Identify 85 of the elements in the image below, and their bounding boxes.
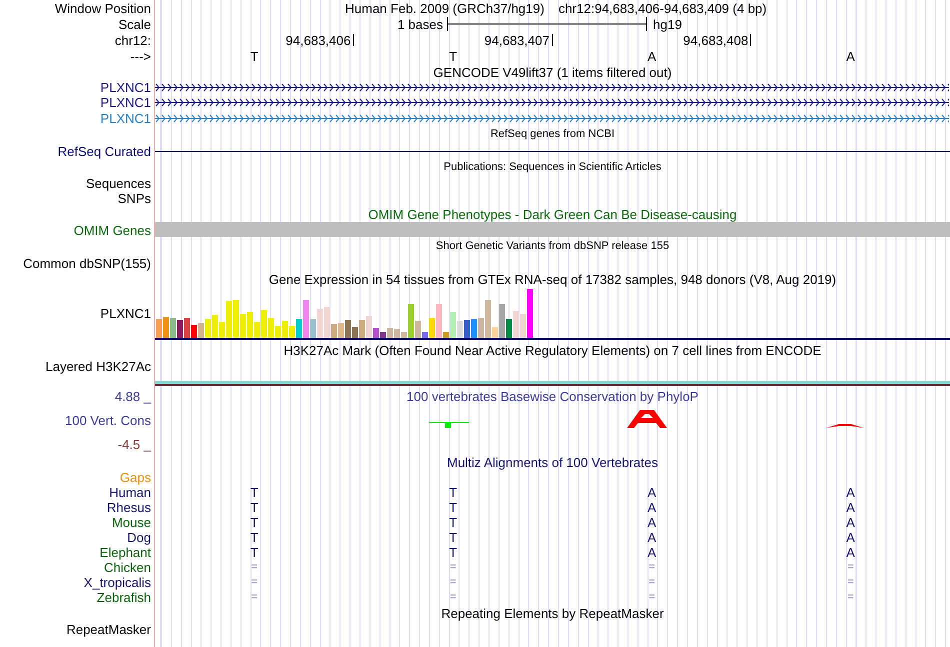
track-label: PLXNC1 [100, 96, 151, 109]
conservation-mark [826, 424, 864, 428]
track-label: Rhesus [106, 501, 151, 514]
assembly-text: Human Feb. 2009 (GRCh37/hg19) [345, 2, 544, 14]
base-letter: T [449, 486, 458, 499]
track-title: Repeating Elements by RepeatMasker [441, 606, 664, 620]
scale-text: 1 bases [397, 18, 443, 30]
base-letter: = [648, 592, 656, 603]
ruler-tick [750, 34, 752, 46]
base-letter: = [251, 562, 258, 573]
track-label: PLXNC1 [100, 81, 151, 94]
track-label: Common dbSNP(155) [23, 256, 151, 270]
base-letter: T [449, 50, 458, 62]
track-label: Elephant [100, 546, 151, 559]
position-range: chr12:94,683,406-94,683,409 (4 bp) [558, 2, 767, 14]
ruler-coordinate: 94,683,408 [683, 34, 748, 46]
row-label: Scale [118, 18, 151, 30]
base-letter: A [846, 501, 855, 514]
base-letter: = [450, 577, 456, 588]
track-label: Sequences [86, 177, 151, 190]
ruler-coordinate: 94,683,407 [484, 34, 550, 46]
base-letter: T [250, 50, 258, 62]
base-letter: T [449, 531, 458, 544]
track-label: RepeatMasker [66, 622, 151, 636]
base-letter: A [648, 50, 656, 62]
track-title: Publications: Sequences in Scientific Articles [444, 162, 662, 173]
track-label: -4.5 _ [118, 438, 151, 451]
ruler-coordinate: 94,683,406 [286, 34, 351, 46]
row-label: ---> [130, 50, 151, 62]
track-label: Chicken [104, 561, 151, 574]
base-letter: T [449, 516, 458, 529]
track-title: H3K27Ac Mark (Often Found Near Active Regulatory Elements) on 7 cell lines from ENCODE [284, 344, 822, 356]
track-label: Zebrafish [96, 591, 151, 604]
ruler-tick [352, 34, 354, 46]
track-label: PLXNC1 [100, 112, 151, 124]
base-letter: A [648, 486, 656, 499]
track-title: GENCODE V49lift37 (1 items filtered out) [433, 66, 672, 78]
base-letter: = [648, 562, 656, 573]
row-label: chr12: [114, 34, 151, 46]
conservation-mark [627, 410, 667, 428]
row-label: Window Position [54, 2, 151, 14]
base-letter: = [450, 562, 456, 573]
track-label: Layered H3K27Ac [45, 360, 151, 373]
track-label: X_tropicalis [84, 576, 151, 589]
base-letter: T [250, 531, 258, 544]
base-letter: A [648, 516, 656, 529]
base-letter: T [250, 501, 258, 514]
base-letter: A [648, 531, 656, 544]
track-title: Short Genetic Variants from dbSNP release 155 [436, 241, 670, 252]
track-label: 4.88 _ [114, 390, 151, 403]
base-letter: A [846, 50, 855, 62]
base-letter: T [250, 516, 258, 529]
track-label: OMIM Genes [74, 224, 151, 236]
base-letter: A [846, 516, 855, 529]
base-letter: A [648, 546, 656, 559]
track-title: OMIM Gene Phenotypes - Dark Green Can Be Disease-causing [368, 208, 737, 220]
track-title: 100 vertebrates Basewise Conservation by PhyloP [406, 390, 698, 402]
base-letter: = [450, 592, 456, 603]
base-letter: = [251, 577, 258, 588]
track-title: RefSeq genes from NCBI [490, 129, 615, 140]
base-letter: = [648, 577, 656, 588]
scale-assembly: hg19 [653, 18, 682, 30]
base-letter: A [846, 546, 855, 559]
base-letter: = [847, 562, 854, 573]
base-letter: A [846, 486, 855, 499]
base-letter: A [846, 531, 855, 544]
base-letter: A [648, 501, 656, 514]
track-label: Human [109, 486, 151, 499]
track-label: RefSeq Curated [58, 144, 151, 158]
base-letter: T [449, 546, 458, 559]
track-title: Gene Expression in 54 tissues from GTEx RNA-seq of 17382 samples, 948 donors (V8, Aug 2019) [268, 272, 836, 286]
base-letter: T [250, 486, 258, 499]
base-letter: = [251, 592, 258, 603]
track-label: Dog [127, 531, 151, 544]
track-label: Mouse [112, 516, 151, 529]
base-letter: = [847, 577, 854, 588]
track-label: PLXNC1 [100, 307, 151, 320]
conservation-mark [428, 422, 470, 428]
track-label: 100 Vert. Cons [65, 414, 151, 427]
track-label: Gaps [120, 471, 151, 484]
track-label: SNPs [118, 192, 151, 205]
base-letter: = [847, 592, 854, 603]
track-title: Multiz Alignments of 100 Vertebrates [446, 456, 658, 468]
base-letter: T [250, 546, 258, 559]
base-letter: T [449, 501, 458, 514]
